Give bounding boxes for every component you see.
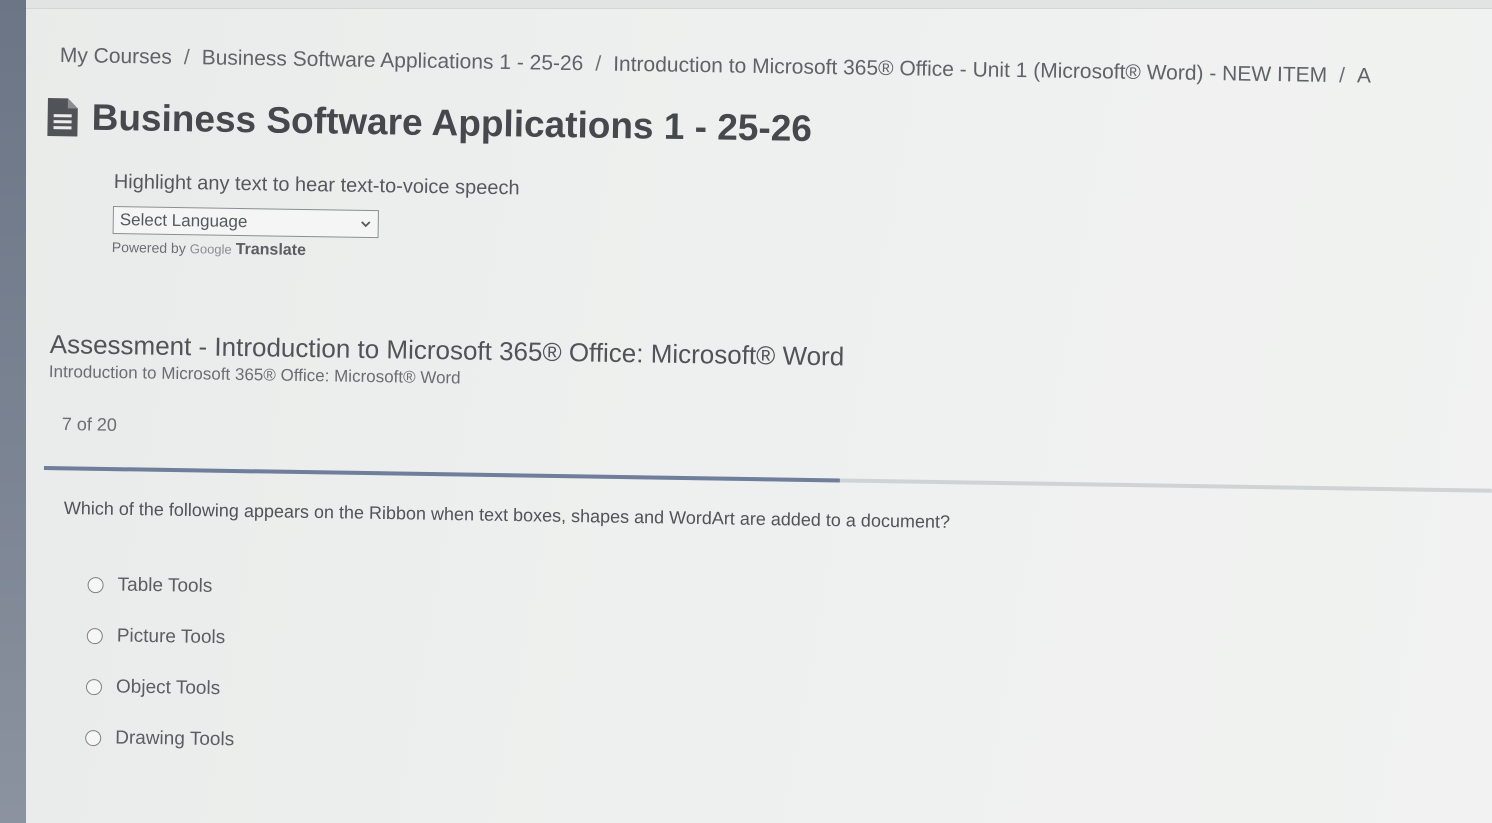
breadcrumb-my-courses[interactable]: My Courses [60,44,172,69]
translate-link[interactable]: Translate [236,241,307,259]
left-sidebar-rail [0,0,26,823]
answer-option[interactable]: Object Tools [85,661,236,714]
answer-option[interactable]: Table Tools [87,559,237,612]
language-select-value: Select Language [119,210,248,232]
radio-button[interactable] [86,627,103,644]
breadcrumb-separator: / [595,52,602,76]
powered-by-google-translate: Powered by Google Translate [112,239,306,260]
assessment-subtitle: Introduction to Microsoft 365® Office: M… [48,362,461,388]
answer-option[interactable]: Picture Tools [86,610,236,663]
breadcrumb-separator: / [183,45,190,70]
breadcrumb: My Courses / Business Software Application… [60,44,1372,89]
chevron-down-icon [361,221,371,228]
question-text: Which of the following appears on the Ri… [63,498,951,532]
question-counter: 7 of 20 [61,414,118,435]
answer-label: Table Tools [117,573,213,597]
breadcrumb-separator: / [1338,64,1346,88]
answer-label: Picture Tools [116,624,226,648]
google-logo: Google [189,241,232,257]
progress-bar-fill [43,466,841,483]
answer-label: Object Tools [115,675,221,699]
answer-option[interactable]: Drawing Tools [85,712,235,765]
radio-button[interactable] [85,678,103,695]
document-icon [47,98,78,137]
powered-by-label: Powered by [111,239,186,257]
answer-options: Table Tools Picture Tools Object Tools D… [85,559,237,765]
radio-button[interactable] [85,729,102,746]
radio-button[interactable] [87,576,104,593]
breadcrumb-course[interactable]: Business Software Applications 1 - 25-26 [201,46,583,75]
breadcrumb-assessment[interactable]: A [1357,64,1371,87]
page: My Courses / Business Software Application… [0,0,1492,823]
language-select[interactable]: Select Language [112,206,379,239]
breadcrumb-unit[interactable]: Introduction to Microsoft 365® Office - … [613,53,1327,87]
page-title: Business Software Applications 1 - 25-26 [91,96,813,150]
answer-label: Drawing Tools [115,726,235,750]
progress-bar [43,466,1492,493]
page-header: Business Software Applications 1 - 25-26 [45,96,812,150]
text-to-speech-note: Highlight any text to hear text-to-voice… [113,171,520,200]
top-divider [26,0,1492,9]
